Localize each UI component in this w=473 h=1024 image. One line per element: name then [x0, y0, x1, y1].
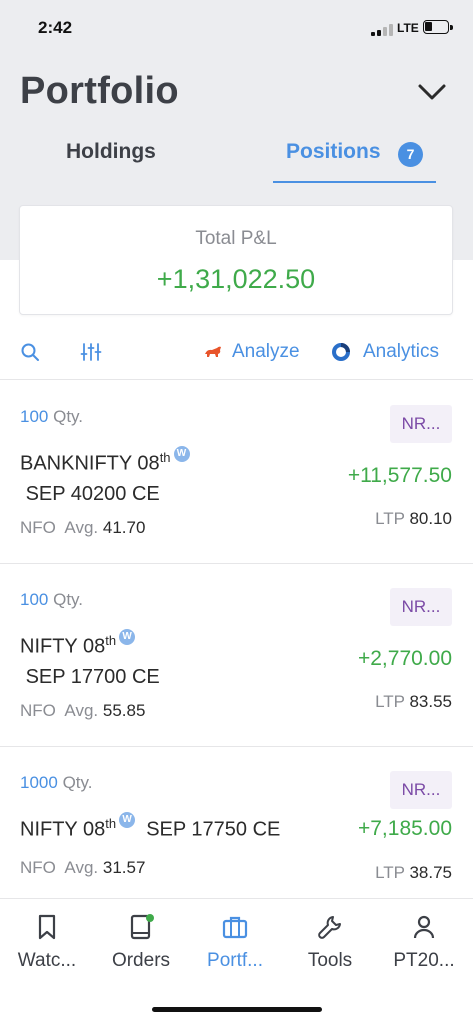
- weekly-expiry-badge: W: [173, 445, 190, 462]
- nav-tools-label: Tools: [307, 950, 353, 971]
- filter-sliders-icon[interactable]: [80, 341, 102, 363]
- position-ltp: LTP 83.55: [375, 692, 452, 711]
- signal-strength-icon: [371, 24, 393, 36]
- product-type-badge: NR...: [390, 771, 452, 809]
- positions-count-badge: 7: [398, 142, 423, 167]
- active-tab-indicator: [273, 181, 436, 183]
- battery-icon: [423, 20, 453, 34]
- briefcase-icon: [221, 913, 249, 941]
- position-qty: 100 Qty.: [20, 407, 84, 426]
- position-exchange-avg: NFO Avg. 31.57: [20, 858, 146, 877]
- chevron-down-icon[interactable]: [416, 78, 448, 106]
- total-pnl-value: +1,31,022.50: [156, 264, 316, 294]
- position-instrument: BANKNIFTY 08th W SEP 40200 CE: [20, 443, 190, 509]
- position-row[interactable]: 100 Qty. NIFTY 08th W SEP 17700 CE NFO Av…: [0, 564, 473, 747]
- position-instrument: NIFTY 08th W SEP 17700 CE: [20, 628, 160, 688]
- positions-toolbar: Analyze Analytics: [0, 330, 473, 380]
- tab-holdings[interactable]: Holdings: [66, 140, 156, 164]
- position-instrument: NIFTY 08th W SEP 17750 CE: [20, 811, 281, 841]
- position-ltp: LTP 80.10: [375, 509, 452, 528]
- nav-tools[interactable]: Tools: [283, 899, 377, 989]
- position-pnl: +11,577.50: [347, 464, 452, 487]
- network-type: LTE: [397, 21, 419, 35]
- position-ltp: LTP 38.75: [375, 863, 452, 882]
- orders-book-icon: [127, 913, 155, 941]
- nav-portfolio[interactable]: Portf...: [188, 899, 282, 989]
- nav-orders-label: Orders: [111, 950, 171, 971]
- total-pnl-label: Total P&L: [195, 228, 277, 249]
- nav-profile[interactable]: PT20...: [377, 899, 471, 989]
- position-qty: 100 Qty.: [20, 590, 84, 609]
- nav-orders[interactable]: Orders: [94, 899, 188, 989]
- analytics-ring-icon: [331, 342, 351, 362]
- wrench-icon: [316, 913, 344, 941]
- page-title: Portfolio: [20, 70, 179, 112]
- bottom-nav: Watc... Orders Portf... Tools PT20...: [0, 898, 473, 1024]
- position-qty: 1000 Qty.: [20, 773, 93, 792]
- nav-profile-label: PT20...: [393, 950, 455, 971]
- tab-positions[interactable]: Positions: [286, 140, 381, 164]
- nav-watchlist[interactable]: Watc...: [0, 899, 94, 989]
- bull-icon: [203, 342, 223, 362]
- position-row[interactable]: 100 Qty. BANKNIFTY 08th W SEP 40200 CE NF…: [0, 381, 473, 564]
- bookmark-icon: [33, 913, 61, 941]
- user-icon: [410, 913, 438, 941]
- analytics-label: Analytics: [363, 341, 440, 362]
- analyze-label: Analyze: [232, 341, 300, 362]
- home-indicator[interactable]: [152, 1007, 322, 1012]
- status-bar: 2:42 LTE: [0, 0, 473, 58]
- product-type-badge: NR...: [390, 405, 452, 443]
- position-exchange-avg: NFO Avg. 55.85: [20, 701, 146, 720]
- search-icon[interactable]: [20, 342, 40, 362]
- position-pnl: +7,185.00: [357, 817, 452, 840]
- position-exchange-avg: NFO Avg. 41.70: [20, 518, 146, 537]
- weekly-expiry-badge: W: [119, 628, 136, 645]
- weekly-expiry-badge: W: [119, 811, 136, 828]
- total-pnl-card: Total P&L +1,31,022.50: [19, 205, 453, 315]
- status-time: 2:42: [38, 18, 73, 37]
- position-pnl: +2,770.00: [357, 647, 452, 670]
- product-type-badge: NR...: [390, 588, 452, 626]
- nav-watchlist-label: Watc...: [17, 950, 77, 971]
- nav-portfolio-label: Portf...: [207, 950, 263, 971]
